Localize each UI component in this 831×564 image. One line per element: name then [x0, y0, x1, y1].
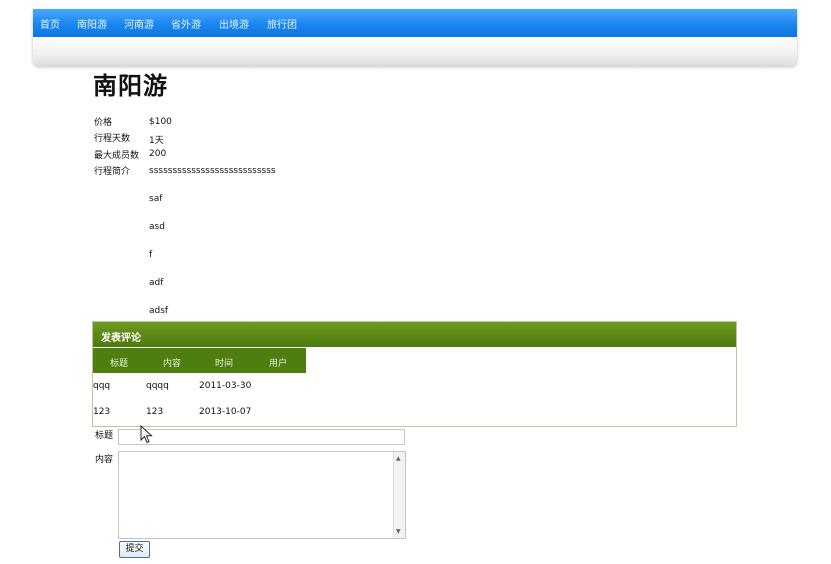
price-label: 价格	[94, 118, 113, 128]
mouse-cursor-icon	[140, 425, 153, 444]
comments-header: 发表评论	[93, 322, 736, 347]
scroll-up-arrow-icon[interactable]: ▲	[396, 455, 401, 462]
intro-paragraph: adf	[149, 278, 164, 288]
intro-paragraph: f	[149, 250, 153, 260]
column-header-user: 用户	[269, 359, 288, 369]
content-field-label: 内容	[95, 455, 114, 465]
days-label: 行程天数	[94, 134, 131, 144]
days-value: 1天	[149, 136, 164, 146]
comments-header-title: 发表评论	[101, 333, 141, 344]
cell-title: qqq	[93, 381, 111, 391]
intro-paragraph: asd	[149, 222, 165, 232]
nav-item-henan-tour[interactable]: 河南游	[124, 16, 154, 31]
content-textarea[interactable]: ▲ ▼	[118, 451, 406, 539]
nav-menu: 首页 南阳游 河南游 省外游 出境游 旅行团	[33, 9, 797, 37]
title-input[interactable]	[118, 429, 405, 445]
max-members-value: 200	[149, 149, 167, 159]
scroll-down-arrow-icon[interactable]: ▼	[396, 528, 401, 535]
submit-button[interactable]: 提交	[119, 541, 150, 558]
cell-time: 2011-03-30	[199, 381, 252, 391]
column-header-content: 内容	[163, 359, 182, 369]
top-navigation-bar: 首页 南阳游 河南游 省外游 出境游 旅行团	[33, 9, 797, 66]
textarea-scrollbar[interactable]: ▲ ▼	[393, 452, 405, 538]
cell-content: qqqq	[146, 381, 169, 391]
header-subbar	[33, 37, 797, 66]
price-value: $100	[149, 117, 172, 127]
cell-title: 123	[93, 407, 111, 417]
column-header-title: 标题	[110, 359, 129, 369]
cell-time: 2013-10-07	[199, 407, 252, 417]
intro-paragraph: adsf	[149, 306, 169, 316]
comments-panel: 发表评论 标题 内容 时间 用户 qqq qqqq 2011-03-30 123…	[92, 321, 737, 427]
intro-label: 行程简介	[94, 167, 131, 177]
nav-item-out-of-province-tour[interactable]: 省外游	[171, 16, 201, 31]
cell-content: 123	[146, 407, 164, 417]
nav-item-home[interactable]: 首页	[40, 16, 60, 31]
comments-table-header: 标题 内容 时间 用户	[93, 348, 306, 373]
nav-item-tour-group[interactable]: 旅行团	[267, 16, 297, 31]
column-header-time: 时间	[215, 359, 234, 369]
page-title: 南阳游	[93, 71, 168, 100]
nav-item-outbound-tour[interactable]: 出境游	[219, 16, 249, 31]
max-members-label: 最大成员数	[94, 151, 140, 161]
intro-paragraph: saf	[149, 194, 163, 204]
intro-paragraph: sssssssssssssssssssssssssss	[149, 166, 276, 176]
title-field-label: 标题	[95, 431, 114, 441]
nav-item-nanyang-tour[interactable]: 南阳游	[77, 16, 107, 31]
